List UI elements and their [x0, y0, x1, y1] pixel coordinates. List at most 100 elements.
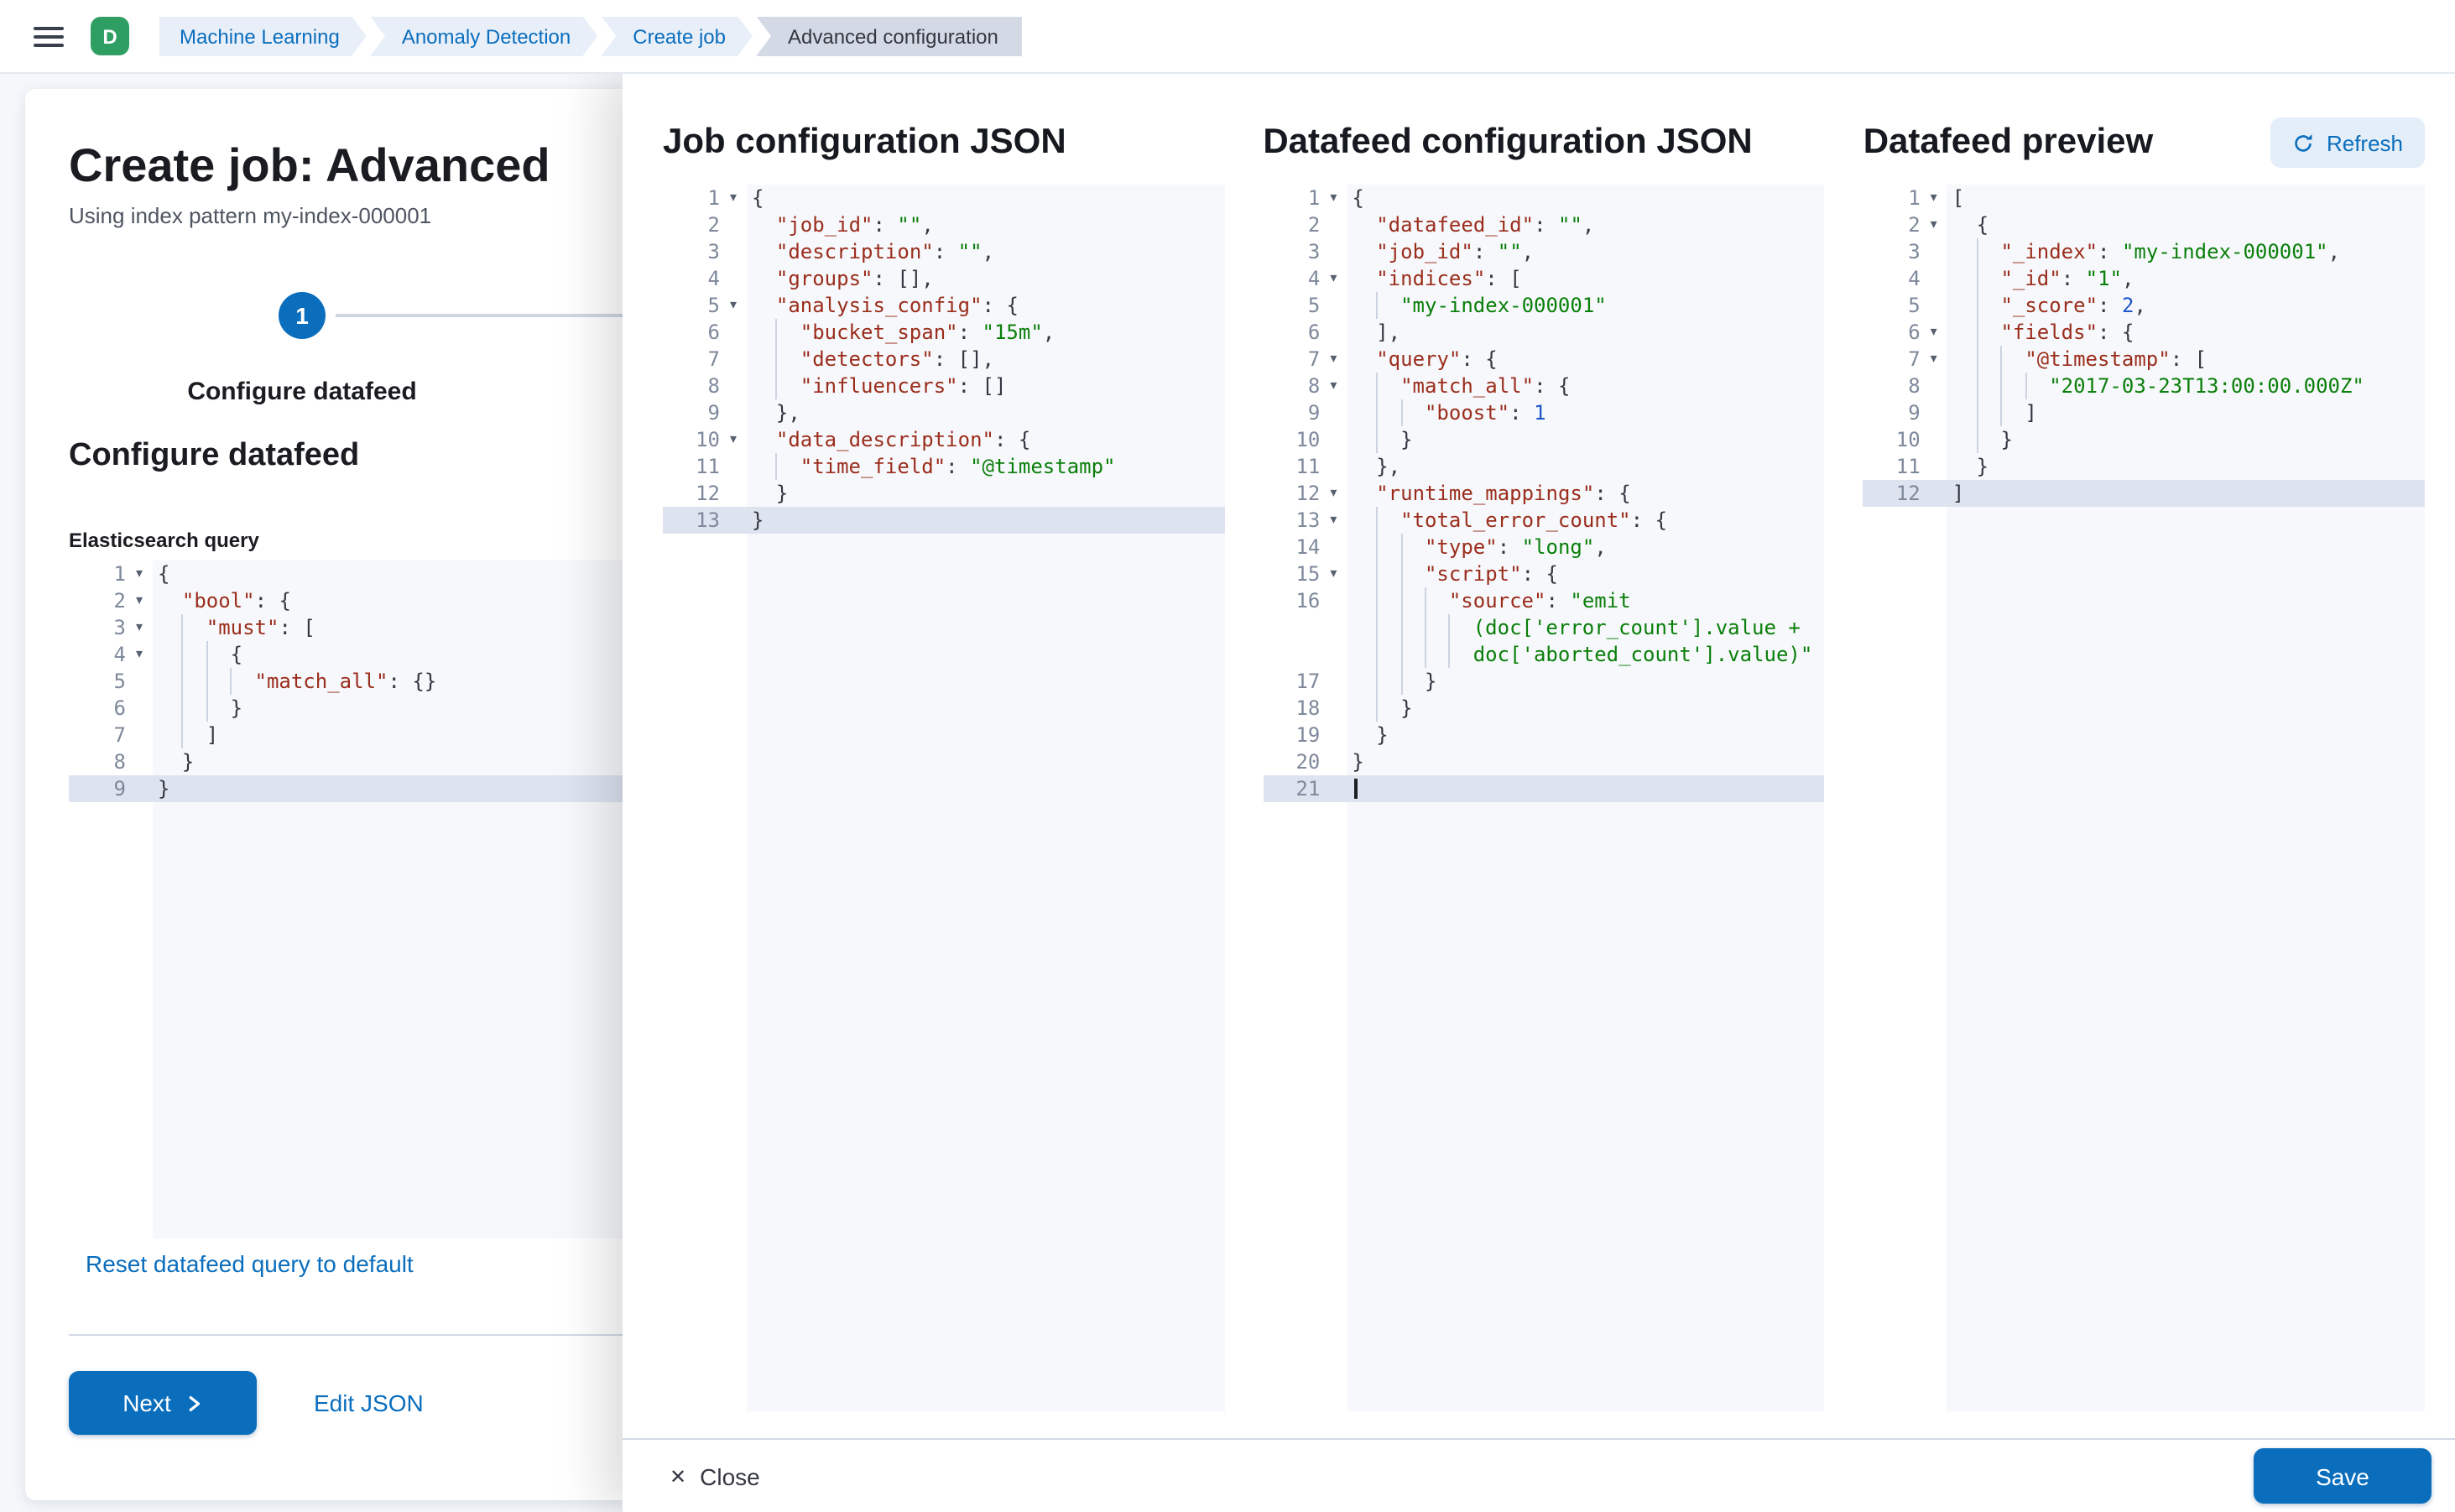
- datafeed-configuration-editor[interactable]: 1▾{2"datafeed_id": "",3"job_id": "",4▾"i…: [1263, 185, 1824, 1411]
- code-line[interactable]: 11},: [1263, 453, 1824, 480]
- code-line[interactable]: 5"my-index-000001": [1263, 292, 1824, 319]
- fold-toggle-icon[interactable]: ▾: [1320, 265, 1347, 292]
- fold-toggle-icon[interactable]: ▾: [126, 614, 153, 641]
- code-line[interactable]: 14"type": "long",: [1263, 534, 1824, 560]
- code-line[interactable]: 4"_id": "1",: [1863, 265, 2425, 292]
- code-line[interactable]: 2"job_id": "",: [663, 211, 1224, 238]
- code-line[interactable]: 4"groups": [],: [663, 265, 1224, 292]
- code-line[interactable]: 1▾{: [1263, 185, 1824, 211]
- code-line-text: "time_field": "@timestamp": [747, 453, 1116, 480]
- fold-toggle-icon[interactable]: ▾: [126, 560, 153, 587]
- fold-toggle-icon[interactable]: ▾: [1320, 480, 1347, 507]
- code-line[interactable]: 1▾{: [663, 185, 1224, 211]
- fold-toggle-icon[interactable]: ▾: [1320, 560, 1347, 587]
- breadcrumb-machine-learning[interactable]: Machine Learning: [159, 16, 367, 56]
- fold-toggle-icon[interactable]: ▾: [1320, 346, 1347, 373]
- code-line[interactable]: 10}: [1263, 426, 1824, 453]
- reset-datafeed-query-link[interactable]: Reset datafeed query to default: [86, 1250, 414, 1277]
- code-line[interactable]: 6"bucket_span": "15m",: [663, 319, 1224, 346]
- code-line[interactable]: 2"datafeed_id": "",: [1263, 211, 1824, 238]
- save-button[interactable]: Save: [2254, 1448, 2432, 1504]
- datafeed-preview-editor[interactable]: 1▾[2▾{3"_index": "my-index-000001",4"_id…: [1863, 185, 2425, 1411]
- code-line[interactable]: 15▾"script": {: [1263, 560, 1824, 587]
- fold-toggle-icon[interactable]: ▾: [720, 292, 747, 319]
- code-line[interactable]: doc['aborted_count'].value)": [1263, 641, 1824, 668]
- code-line[interactable]: 10}: [1863, 426, 2425, 453]
- fold-toggle-icon[interactable]: ▾: [1921, 346, 1947, 373]
- code-line[interactable]: 2▾{: [1863, 211, 2425, 238]
- code-line[interactable]: 4▾"indices": [: [1263, 265, 1824, 292]
- code-line[interactable]: 7"detectors": [],: [663, 346, 1224, 373]
- line-number: 9: [1863, 399, 1921, 426]
- line-number: 8: [1863, 373, 1921, 399]
- next-button-label: Next: [122, 1389, 171, 1416]
- code-line[interactable]: 3"job_id": "",: [1263, 238, 1824, 265]
- fold-toggle-icon[interactable]: ▾: [1921, 185, 1947, 211]
- line-number: 17: [1263, 668, 1320, 695]
- job-configuration-editor[interactable]: 1▾{2"job_id": "",3"description": "",4"gr…: [663, 185, 1224, 1411]
- user-avatar[interactable]: D: [91, 17, 129, 55]
- step-1-indicator[interactable]: 1: [279, 292, 326, 339]
- code-line[interactable]: 8"2017-03-23T13:00:00.000Z": [1863, 373, 2425, 399]
- code-line-text: }: [1947, 453, 1988, 480]
- code-line[interactable]: 5"_score": 2,: [1863, 292, 2425, 319]
- fold-gutter: [126, 775, 153, 802]
- code-line[interactable]: 9"boost": 1: [1263, 399, 1824, 426]
- code-line[interactable]: 12}: [663, 480, 1224, 507]
- code-line-text: "groups": [],: [747, 265, 934, 292]
- fold-toggle-icon[interactable]: ▾: [720, 185, 747, 211]
- line-number: [1263, 641, 1320, 668]
- code-line[interactable]: 12▾"runtime_mappings": {: [1263, 480, 1824, 507]
- code-line-text: "datafeed_id": "",: [1347, 211, 1594, 238]
- code-line[interactable]: 16"source": "emit: [1263, 587, 1824, 614]
- code-line[interactable]: 9},: [663, 399, 1224, 426]
- code-line[interactable]: 3"_index": "my-index-000001",: [1863, 238, 2425, 265]
- refresh-button[interactable]: Refresh: [2271, 117, 2425, 168]
- code-line[interactable]: 6▾"fields": {: [1863, 319, 2425, 346]
- code-line[interactable]: 9]: [1863, 399, 2425, 426]
- line-number: 11: [663, 453, 720, 480]
- breadcrumb-current-page: Advanced configuration: [756, 16, 1022, 56]
- fold-toggle-icon[interactable]: ▾: [1320, 185, 1347, 211]
- code-line[interactable]: 13▾"total_error_count": {: [1263, 507, 1824, 534]
- code-line[interactable]: 11 "time_field": "@timestamp": [663, 453, 1224, 480]
- edit-json-link[interactable]: Edit JSON: [314, 1389, 424, 1416]
- line-number: 12: [1863, 480, 1921, 507]
- line-number: 13: [663, 507, 720, 534]
- fold-toggle-icon[interactable]: ▾: [126, 641, 153, 668]
- code-line[interactable]: 20}: [1263, 748, 1824, 775]
- code-line[interactable]: 11}: [1863, 453, 2425, 480]
- menu-button[interactable]: [23, 11, 74, 61]
- breadcrumb-create-job[interactable]: Create job: [601, 16, 753, 56]
- code-line[interactable]: 5▾"analysis_config": {: [663, 292, 1224, 319]
- code-line[interactable]: 7▾"query": {: [1263, 346, 1824, 373]
- fold-toggle-icon[interactable]: ▾: [1320, 373, 1347, 399]
- code-line-text: ],: [1347, 319, 1400, 346]
- fold-toggle-icon[interactable]: ▾: [1921, 211, 1947, 238]
- code-line[interactable]: 18}: [1263, 695, 1824, 722]
- close-button[interactable]: ✕ Close: [659, 1461, 770, 1491]
- datafeed-configuration-heading: Datafeed configuration JSON: [1263, 123, 1752, 163]
- code-line[interactable]: 3"description": "",: [663, 238, 1224, 265]
- code-line[interactable]: 12]: [1863, 480, 2425, 507]
- code-line[interactable]: 13}: [663, 507, 1224, 534]
- code-line[interactable]: 19}: [1263, 722, 1824, 748]
- next-button[interactable]: Next: [69, 1371, 257, 1435]
- fold-toggle-icon[interactable]: ▾: [126, 587, 153, 614]
- code-line[interactable]: 21: [1263, 775, 1824, 802]
- fold-toggle-icon[interactable]: ▾: [1921, 319, 1947, 346]
- code-line[interactable]: (doc['error_count'].value +: [1263, 614, 1824, 641]
- code-line[interactable]: 8▾"match_all": {: [1263, 373, 1824, 399]
- fold-toggle-icon[interactable]: ▾: [1320, 507, 1347, 534]
- breadcrumb-anomaly-detection[interactable]: Anomaly Detection: [370, 16, 597, 56]
- code-line[interactable]: 8"influencers": []: [663, 373, 1224, 399]
- code-line[interactable]: 1▾[: [1863, 185, 2425, 211]
- app-root: D Machine Learning Anomaly Detection Cre…: [0, 0, 2455, 1512]
- code-line[interactable]: 17}: [1263, 668, 1824, 695]
- code-line[interactable]: 7▾"@timestamp": [: [1863, 346, 2425, 373]
- code-line[interactable]: 6],: [1263, 319, 1824, 346]
- fold-gutter: [1320, 534, 1347, 560]
- fold-gutter: [126, 748, 153, 775]
- fold-toggle-icon[interactable]: ▾: [720, 426, 747, 453]
- code-line[interactable]: 10▾"data_description": {: [663, 426, 1224, 453]
